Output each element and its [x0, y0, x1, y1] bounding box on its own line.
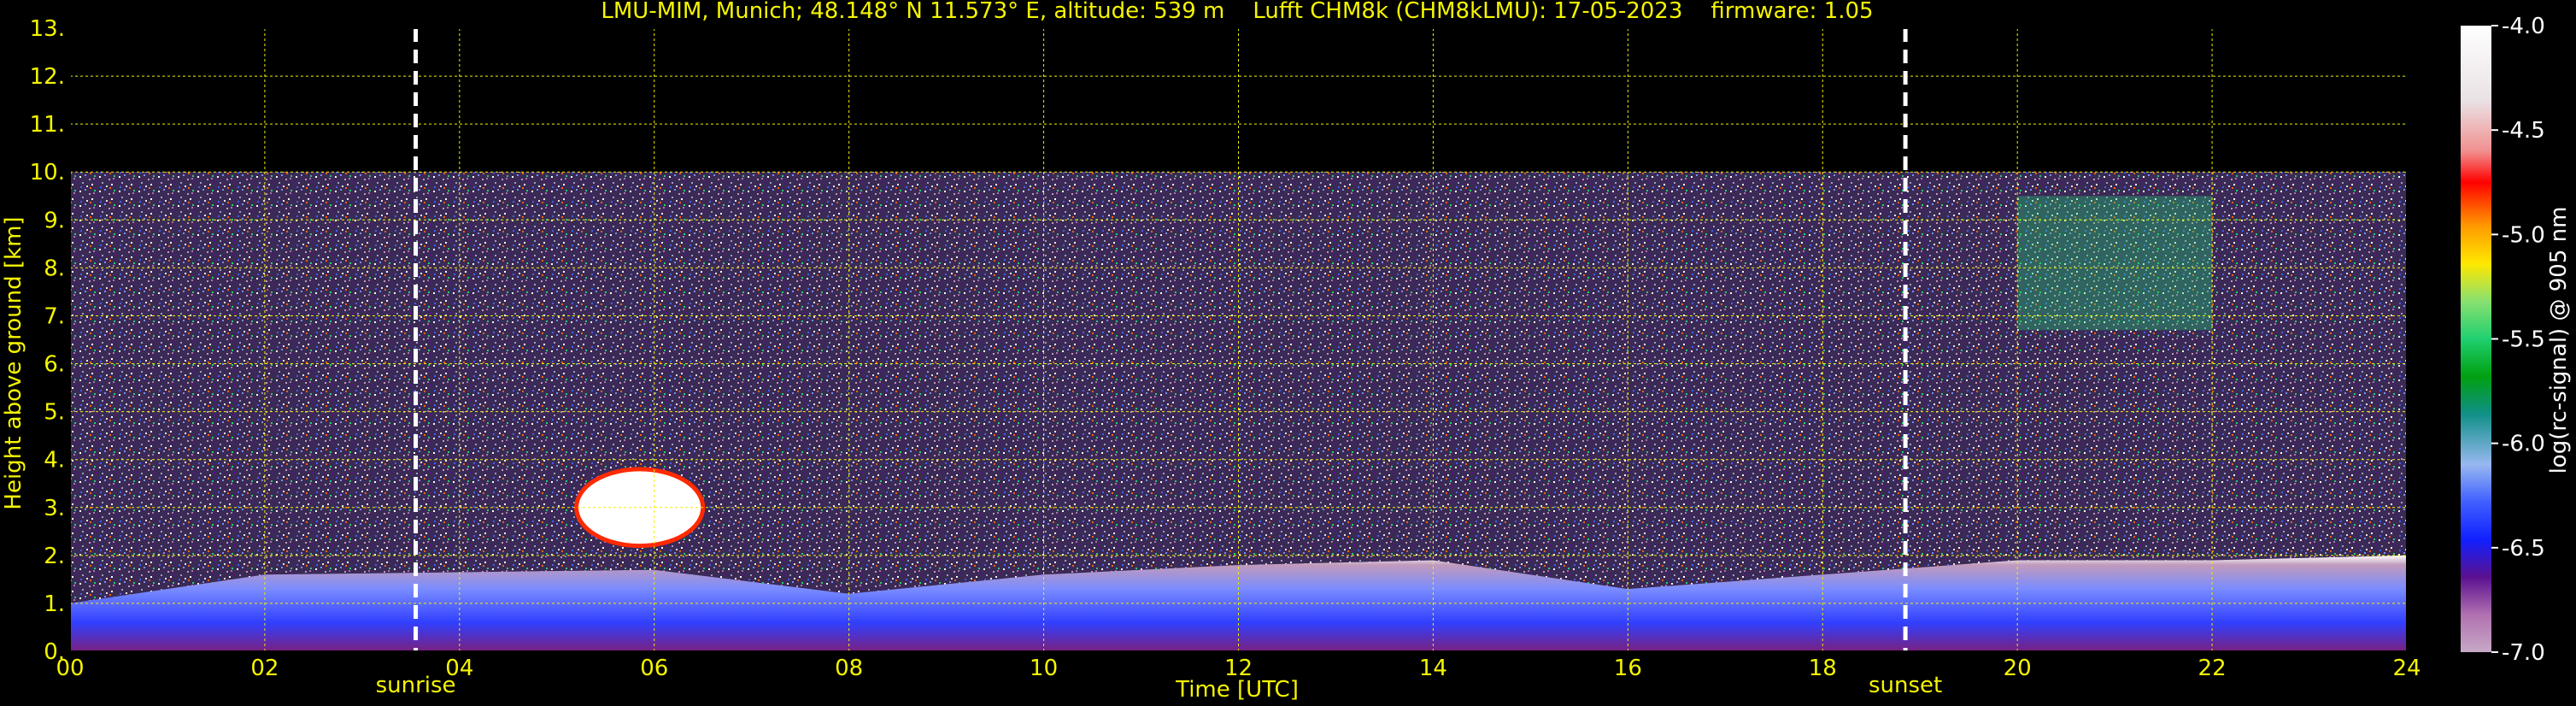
y-tick-label: 4.	[44, 448, 65, 474]
colorbar-tick-label: -4.0	[2502, 14, 2545, 39]
y-axis-label: Height above ground [km]	[1, 216, 26, 509]
chart-title: LMU-MIM, Munich; 48.148° N 11.573° E, al…	[601, 0, 1873, 24]
y-tick-label: 1.	[44, 591, 65, 617]
y-tick-label: 5.	[44, 400, 65, 426]
x-tick-label: 14	[1419, 656, 1447, 681]
colorbar-tick-label: -4.5	[2502, 118, 2545, 144]
x-tick-label: 08	[835, 656, 863, 681]
x-tick-label: 18	[1809, 656, 1837, 681]
cirrus-cloud	[2017, 196, 2213, 331]
x-axis-label: Time [UTC]	[1175, 677, 1299, 703]
y-tick-label: 2.	[44, 544, 65, 569]
marker-label: sunset	[1869, 673, 1942, 698]
colorbar-label: log(rc-signal) @ 905 nm	[2546, 207, 2572, 474]
x-tick-label: 22	[2198, 656, 2227, 681]
colorbar-tick-label: -5.0	[2502, 222, 2545, 248]
x-tick-label: 16	[1614, 656, 1642, 681]
x-tick-label: 04	[445, 656, 473, 681]
y-tick-label: 8.	[44, 256, 65, 281]
y-tick-label: 0.	[44, 639, 65, 665]
y-tick-label: 3.	[44, 496, 65, 521]
colorbar-ticks: -4.0 -4.5 -5.0 -5.5 -6.0 -6.5 -7.0	[2491, 14, 2545, 666]
colorbar-tick-label: -6.0	[2502, 432, 2545, 457]
y-tick-label: 11.	[30, 112, 65, 138]
x-tick-label: 10	[1030, 656, 1058, 681]
colorbar-tick-label: -6.5	[2502, 536, 2545, 562]
y-tick-label: 9.	[44, 208, 65, 233]
x-tick-label: 06	[640, 656, 668, 681]
y-tick-label: 7.	[44, 303, 65, 329]
colorbar: -4.0 -4.5 -5.0 -5.5 -6.0 -6.5 -7.0 log(rc-sign…	[2461, 14, 2572, 666]
y-tick-label: 13.	[30, 16, 65, 42]
colorbar-tick-label: -5.5	[2502, 327, 2545, 353]
colorbar-ramp	[2461, 26, 2491, 652]
y-tick-label: 6.	[44, 352, 65, 378]
marker-label: sunrise	[376, 673, 456, 698]
y-tick-label: 10.	[30, 160, 65, 185]
x-tick-label: 02	[250, 656, 279, 681]
colorbar-tick-label: -7.0	[2502, 640, 2545, 666]
x-tick-label: 20	[2004, 656, 2032, 681]
y-tick-label: 12.	[30, 64, 65, 90]
x-tick-label: 24	[2392, 656, 2421, 681]
ceilometer-chart: sunrise sunset00 02 04 06 08 10 12 14 16 18 20 22 240…	[1, 0, 2572, 703]
